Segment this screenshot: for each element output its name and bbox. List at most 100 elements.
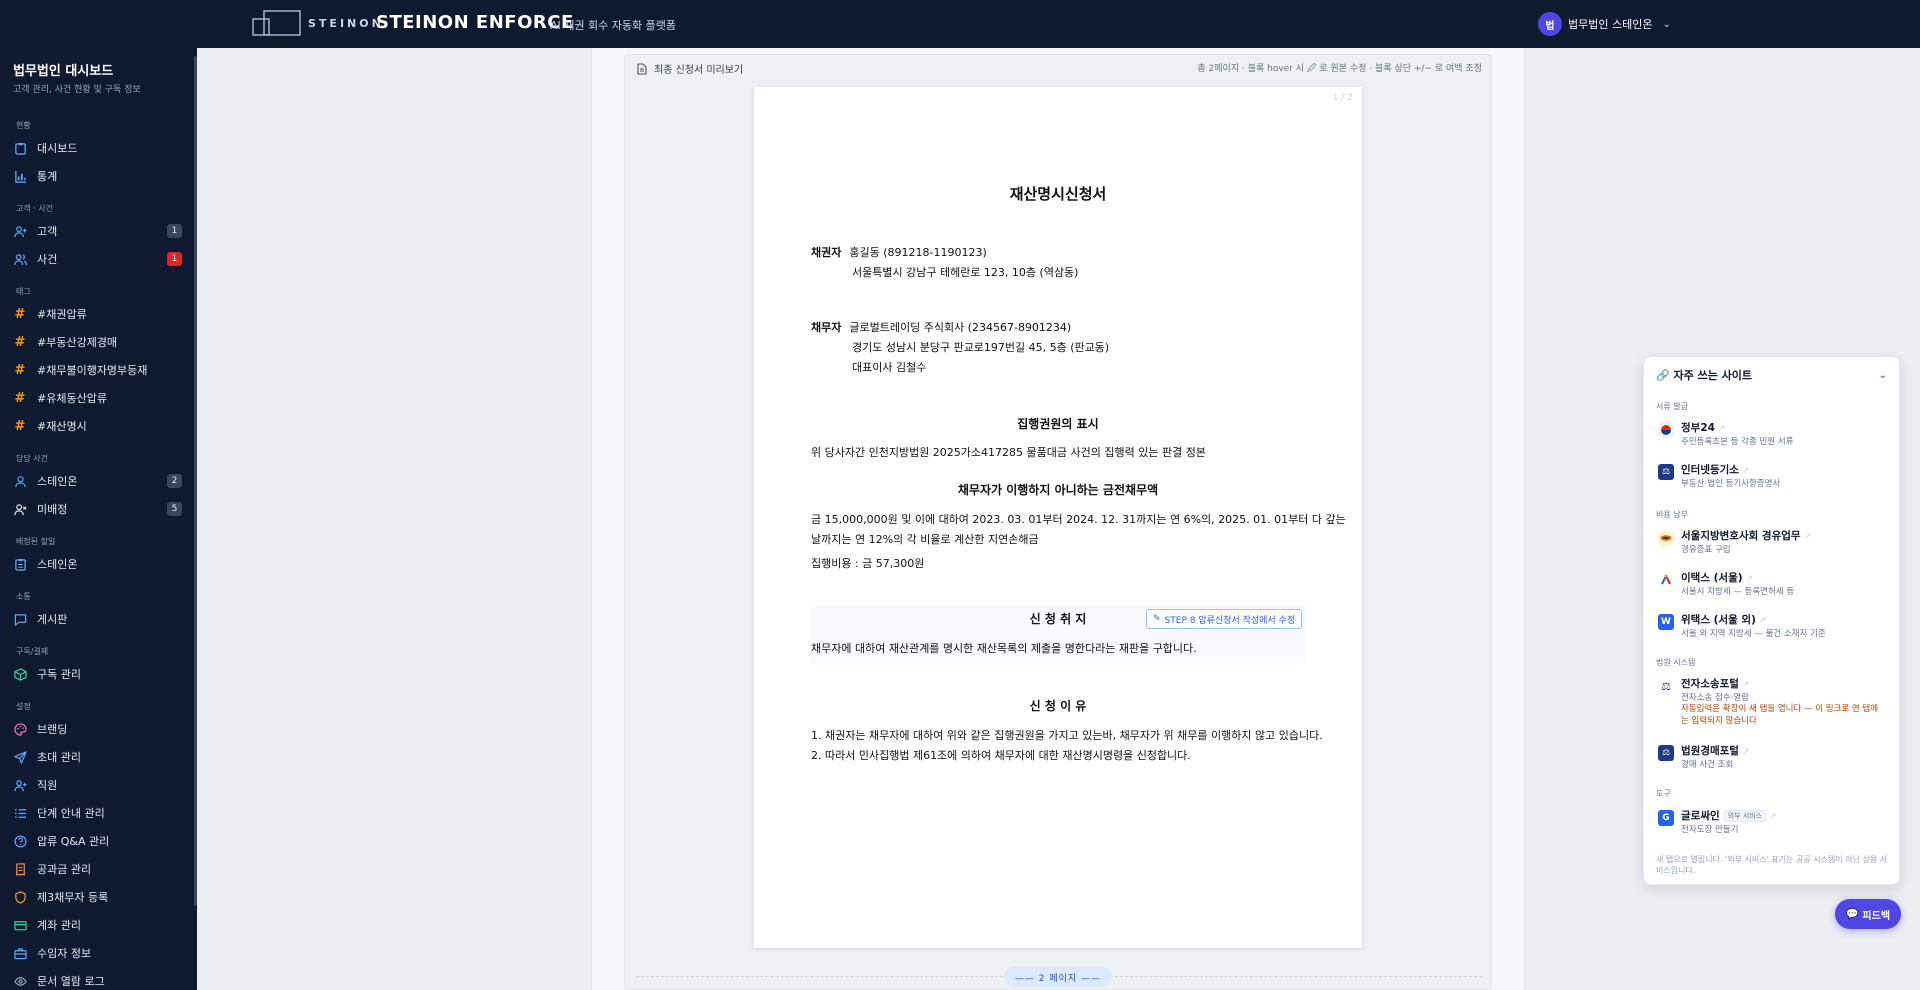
sidebar-item-label: 구독 관리	[37, 668, 81, 681]
brand-title[interactable]: STEINON ENFORCE	[376, 12, 574, 33]
creditor-line[interactable]: 채권자 홍길동 (891218-1190123)	[811, 244, 987, 260]
creditor-address[interactable]: 서울특별시 강남구 테헤란로 123, 10층 (역삼동)	[852, 264, 1078, 280]
sidebar-item-label: 브랜딩	[37, 723, 68, 736]
category-docs: 서류 발급	[1656, 402, 1688, 411]
sidebar-item-label: 단계 안내 관리	[37, 807, 105, 820]
sidebar-item-assigned-steinon[interactable]: 스테인온 2	[12, 470, 182, 492]
sidebar-item-label: 미배정	[37, 503, 68, 516]
sidebar-item-doc-logs[interactable]: 문서 열람 로그	[12, 970, 182, 990]
sidebar-item-stats[interactable]: 통계	[12, 165, 182, 187]
section-tags: 태그	[16, 287, 31, 296]
category-tools: 도구	[1656, 789, 1671, 798]
external-link-icon: ↗	[1769, 812, 1777, 822]
sidebar-item-label: 문서 열람 로그	[37, 975, 105, 988]
sidebar-item-subscription[interactable]: 구독 관리	[12, 663, 182, 685]
section-assigned-jobs: 배정된 할일	[16, 537, 56, 546]
sidebar-item-board[interactable]: 게시판	[12, 608, 182, 630]
category-court: 법원 시스템	[1656, 658, 1696, 667]
execution-cost[interactable]: 집행비용 : 금 57,300원	[811, 555, 924, 571]
sites-panel-header[interactable]: 🔗 자주 쓰는 사이트 ⌄	[1656, 365, 1889, 385]
sidebar-item-label: 제3채무자 등록	[37, 891, 109, 904]
debt-line-2[interactable]: 날까지는 연 12%의 각 비율로 계산한 지연손해금	[811, 531, 1039, 547]
external-link-icon: ↗	[1741, 680, 1750, 690]
sidebar-item-tag-seizure[interactable]: # #채권압류	[12, 303, 182, 325]
sidebar-item-fees[interactable]: 공과금 관리	[12, 858, 182, 880]
sidebar-item-tag-disclosure[interactable]: # #재산명시	[12, 415, 182, 437]
glosign-logo-icon: G	[1658, 810, 1674, 826]
list-ordered-icon	[12, 805, 28, 821]
send-icon	[12, 749, 28, 765]
sidebar-item-tag-movables[interactable]: # #유체동산압류	[12, 387, 182, 409]
frequent-sites-panel: 🔗 자주 쓰는 사이트 ⌄ 서류 발급 정부24 ↗ 주민등록초본 등 각종 민원…	[1643, 356, 1900, 885]
credit-card-icon	[12, 917, 28, 933]
sidebar-item-branding[interactable]: 브랜딩	[12, 718, 182, 740]
sidebar-item-step-guide[interactable]: 단계 안내 관리	[12, 802, 182, 824]
sidebar-item-third-party[interactable]: 제3채무자 등록	[12, 886, 182, 908]
count-badge: 1	[167, 252, 182, 266]
user-name: 법무법인 스테인온	[1568, 18, 1653, 31]
sidebar-item-tag-defaulter[interactable]: # #채무불이행자명부등재	[12, 359, 182, 381]
receipt-icon	[12, 861, 28, 877]
sidebar-item-unassigned[interactable]: 미배정 5	[12, 498, 182, 520]
eye-icon	[12, 973, 28, 989]
page-separator: —— 2 페이지 ——	[1004, 967, 1112, 987]
briefcase-icon	[12, 945, 28, 961]
debt-line-1[interactable]: 금 15,000,000원 및 이에 대하여 2023. 03. 01부터 20…	[811, 511, 1346, 527]
sidebar-item-label: 수임자 정보	[37, 947, 92, 960]
sidebar-item-label: 초대 관리	[37, 751, 81, 764]
brand-small: STEINON	[308, 17, 384, 30]
sidebar-item-tag-real-estate[interactable]: # #부동산강제경매	[12, 331, 182, 353]
sidebar-item-label: 직원	[37, 779, 58, 792]
chevron-down-icon: ⌄	[1878, 369, 1887, 381]
ecourt-logo-icon: ⚖	[1658, 678, 1674, 694]
feedback-button[interactable]: 💬 피드백	[1835, 899, 1901, 929]
court-logo-icon: ⚖	[1658, 745, 1674, 761]
debtor-representative[interactable]: 대표이사 김철수	[852, 359, 926, 375]
user-plus-icon	[12, 777, 28, 793]
section-community: 소통	[16, 592, 31, 601]
sidebar-item-label: #재산명시	[37, 420, 87, 433]
debtor-address[interactable]: 경기도 성남시 분당구 판교로197번길 45, 5층 (판교동)	[852, 339, 1109, 355]
sidebar-item-dashboard[interactable]: 대시보드	[12, 137, 182, 159]
sidebar-item-clients[interactable]: 고객 1	[12, 220, 182, 242]
sidebar-scrollbar[interactable]	[194, 56, 197, 906]
sidebar-item-accounts[interactable]: 계좌 관리	[12, 914, 182, 936]
steinon-logo-icon	[252, 10, 301, 36]
count-badge: 2	[167, 474, 182, 488]
reason-2[interactable]: 2. 따라서 민사집행법 제61조에 의하여 채무자에 대한 재산명시명령을 신…	[811, 747, 1191, 763]
external-link-icon: ↗	[1803, 532, 1812, 542]
section-settings: 설정	[16, 702, 31, 711]
users-icon	[12, 251, 28, 267]
external-service-tag: 외부 서비스	[1723, 810, 1767, 822]
sidebar-item-staff[interactable]: 직원	[12, 774, 182, 796]
document-title[interactable]: 재산명시신청서	[754, 183, 1362, 204]
sidebar-item-job-steinon[interactable]: 스테인온	[12, 553, 182, 575]
sidebar-item-label: 사건	[37, 253, 58, 266]
external-link-icon: ↗	[1741, 466, 1750, 476]
preview-title: 최종 신청서 미리보기	[654, 65, 744, 76]
bar-association-logo-icon	[1658, 530, 1674, 546]
sidebar-item-recipients[interactable]: 수임자 정보	[12, 942, 182, 964]
sidebar-item-invites[interactable]: 초대 관리	[12, 746, 182, 768]
sidebar-item-label: 스테인온	[37, 558, 78, 571]
creditor-label: 채권자	[811, 246, 842, 259]
user-menu[interactable]: 법 법무법인 스테인온 ⌄	[1538, 12, 1671, 36]
debtor-line[interactable]: 채무자 글로벌트레이딩 주식회사 (234567-8901234)	[811, 319, 1071, 335]
section-debt-title: 채무자가 이행하지 아니하는 금전채무액	[957, 483, 1159, 497]
file-text-icon	[637, 62, 647, 75]
sidebar-item-qa[interactable]: 압류 Q&A 관리	[12, 830, 182, 852]
preview-hint: 총 2페이지 · 블록 hover 시 🖉 로 원본 수정 · 블록 상단 +/…	[1197, 64, 1482, 74]
clipboard-icon	[12, 140, 28, 156]
edit-step8-button[interactable]: ✎ STEP 8 압류신청서 작성에서 수정	[1146, 609, 1303, 629]
claim-text[interactable]: 채무자에 대하여 재산관계를 명시한 재산목록의 제출을 명한다라는 재판을 구…	[811, 640, 1197, 656]
count-badge: 5	[167, 502, 182, 516]
reason-1[interactable]: 1. 채권자는 채무자에 대하여 위와 같은 집행권원을 가지고 있는바, 채무…	[811, 727, 1323, 743]
hash-icon: #	[14, 306, 26, 322]
help-circle-icon	[12, 833, 28, 849]
debtor-name: 글로벌트레이딩 주식회사 (234567-8901234)	[849, 321, 1072, 334]
user-plus-icon	[12, 223, 28, 239]
sidebar-item-cases[interactable]: 사건 1	[12, 248, 182, 270]
category-fees: 비용 납부	[1656, 510, 1688, 519]
writ-text[interactable]: 위 당사자간 인천지방법원 2025가소417285 물품대금 사건의 집행력 …	[811, 444, 1206, 460]
page-indicator: 1 / 2	[1332, 93, 1353, 103]
